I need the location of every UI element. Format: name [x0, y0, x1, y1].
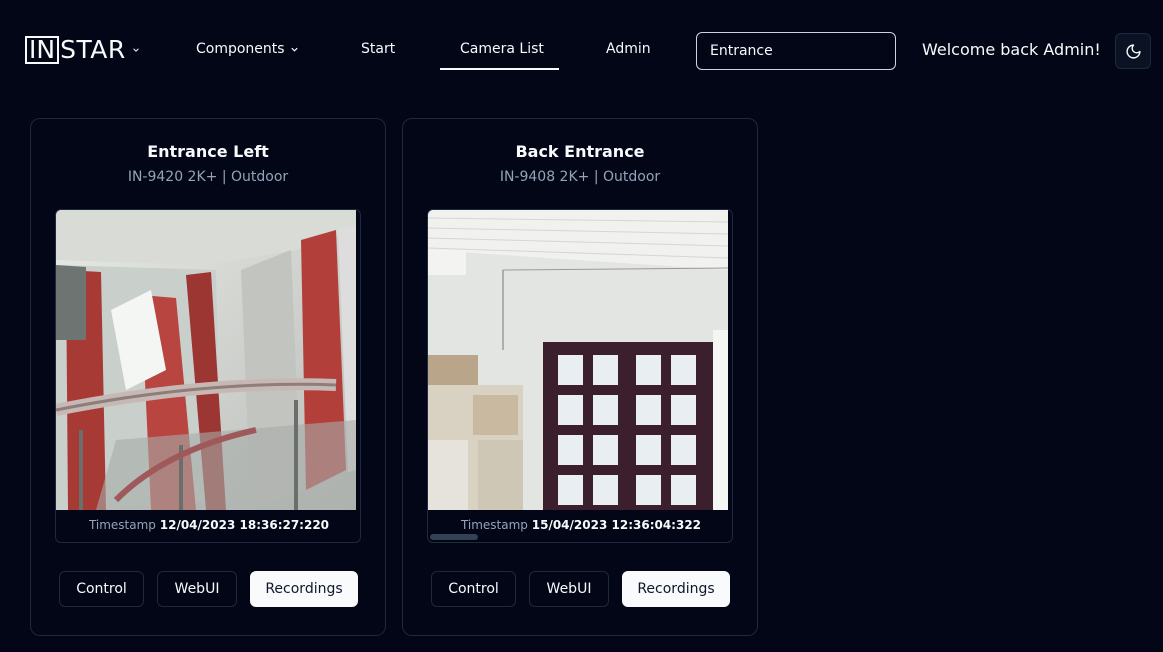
logo-boxed-text: IN — [25, 36, 60, 64]
camera-snapshot[interactable]: Timestamp 12/04/2023 18:36:27:220 — [55, 209, 361, 543]
webui-button[interactable]: WebUI — [157, 571, 237, 607]
camera-subtitle: IN-9420 2K+ | Outdoor — [127, 169, 289, 185]
recordings-button[interactable]: Recordings — [250, 571, 358, 607]
theme-toggle-button[interactable] — [1115, 33, 1151, 69]
horizontal-scrollbar[interactable] — [430, 534, 478, 540]
control-button[interactable]: Control — [59, 571, 144, 607]
camera-title: Back Entrance — [515, 142, 645, 161]
nav-camera-list[interactable]: Camera List — [460, 41, 544, 57]
webui-button[interactable]: WebUI — [529, 571, 609, 607]
snapshot-image — [56, 210, 356, 510]
camera-subtitle: IN-9408 2K+ | Outdoor — [499, 169, 661, 185]
camera-snapshot[interactable]: Timestamp 15/04/2023 12:36:04:322 — [427, 209, 733, 543]
nav-admin[interactable]: Admin — [606, 41, 651, 57]
timestamp-value: 15/04/2023 12:36:04:322 — [531, 518, 702, 532]
nav-components[interactable]: Components — [196, 41, 299, 57]
snapshot-timestamp: Timestamp 15/04/2023 12:36:04:322 — [428, 518, 732, 532]
search-input[interactable] — [696, 32, 896, 70]
logo-text: STAR — [60, 35, 126, 64]
control-button[interactable]: Control — [431, 571, 516, 607]
nav-camera-list-label: Camera List — [460, 41, 544, 57]
camera-title: Entrance Left — [147, 142, 269, 161]
chevron-down-icon — [132, 48, 139, 52]
logo-menu[interactable]: IN STAR — [25, 36, 140, 64]
snapshot-image — [428, 210, 728, 510]
camera-card: Entrance Left IN-9420 2K+ | Outdoor Time… — [30, 118, 386, 636]
timestamp-label: Timestamp — [460, 518, 528, 532]
snapshot-timestamp: Timestamp 12/04/2023 18:36:27:220 — [56, 518, 360, 532]
timestamp-value: 12/04/2023 18:36:27:220 — [159, 518, 330, 532]
top-navigation: IN STAR Components Start Camera List Admi… — [0, 0, 1163, 100]
camera-card: Back Entrance IN-9408 2K+ | Outdoor Time… — [402, 118, 758, 636]
nav-components-label: Components — [196, 41, 285, 57]
recordings-button[interactable]: Recordings — [622, 571, 730, 607]
nav-admin-label: Admin — [606, 41, 651, 57]
active-nav-indicator — [440, 68, 559, 70]
chevron-down-icon — [290, 47, 298, 52]
moon-icon — [1125, 43, 1141, 59]
welcome-message: Welcome back Admin! — [922, 40, 1101, 59]
nav-start[interactable]: Start — [361, 41, 395, 57]
nav-start-label: Start — [361, 41, 396, 57]
timestamp-label: Timestamp — [88, 518, 156, 532]
